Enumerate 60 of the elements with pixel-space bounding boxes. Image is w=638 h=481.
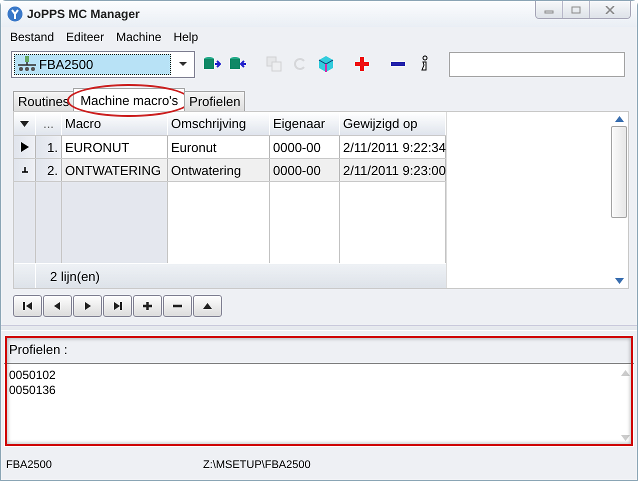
navigator-button[interactable] <box>193 295 222 317</box>
scroll-up-icon[interactable] <box>614 116 624 122</box>
table-cell: Euronut <box>168 136 270 158</box>
profile-line: 0050102 <box>9 368 57 383</box>
ibeam-icon <box>20 167 28 173</box>
machine-dropdown[interactable]: FBA2500 <box>14 54 171 74</box>
app-icon <box>7 6 23 22</box>
panel-title: Profielen : <box>4 335 634 364</box>
status-text: Z:\MSETUP\FBA2500 <box>203 459 311 471</box>
machine-icon <box>16 56 38 72</box>
sort-arrow-icon[interactable] <box>20 120 29 126</box>
cube-icon[interactable] <box>317 55 335 73</box>
tab[interactable]: Machine macro's <box>73 88 186 111</box>
column-header[interactable]: Gewijzigd op <box>340 112 446 135</box>
table-cell: 1. <box>36 136 62 158</box>
menu-item[interactable]: Editeer <box>66 30 104 44</box>
menu-item[interactable]: Bestand <box>10 30 54 44</box>
next-icon <box>83 302 92 310</box>
close-button[interactable] <box>589 1 630 18</box>
navigator-button[interactable] <box>163 295 192 317</box>
menu-item[interactable]: Help <box>173 30 198 44</box>
plus-icon[interactable] <box>353 55 371 73</box>
table-cell: 2. <box>36 159 62 181</box>
table-cell: 0000-00 <box>270 136 340 158</box>
first-record-icon <box>23 302 32 310</box>
table-cell: 2/11/2011 9:23:00 <box>340 159 446 181</box>
dropdown-arrow-icon[interactable] <box>178 61 188 67</box>
last-record-icon <box>113 302 122 310</box>
scroll-thumb[interactable] <box>611 126 627 218</box>
navigator-button[interactable] <box>13 295 42 317</box>
window-title: JoPPS MC Manager <box>27 7 140 21</box>
plus-icon <box>143 302 152 310</box>
table-cell: 0000-00 <box>270 159 340 181</box>
row-pointer-icon <box>20 142 28 152</box>
column-header[interactable]: Eigenaar <box>270 112 340 135</box>
search-field[interactable] <box>449 52 625 76</box>
previous-icon <box>53 302 62 310</box>
table-cell: ONTWATERING <box>62 159 168 181</box>
up-icon <box>203 302 212 310</box>
minus-icon <box>173 302 182 310</box>
row-count: 2 lijn(en) <box>49 268 100 284</box>
close-icon[interactable] <box>605 6 615 14</box>
navigator-button[interactable] <box>43 295 72 317</box>
profile-line: 0050136 <box>9 383 57 398</box>
navigator-button[interactable] <box>103 295 132 317</box>
maximize-icon[interactable] <box>571 6 581 14</box>
tab[interactable]: Profielen <box>184 91 246 111</box>
navigator-button[interactable] <box>133 295 162 317</box>
menu-item[interactable]: Machine <box>116 30 162 44</box>
navigator-button[interactable] <box>73 295 102 317</box>
status-text: FBA2500 <box>6 459 53 471</box>
minimize-button[interactable] <box>536 1 562 18</box>
scroll-down-icon[interactable] <box>614 278 624 284</box>
column-header[interactable]: Omschrijving <box>168 112 270 135</box>
tab[interactable]: Routines <box>13 91 74 111</box>
table-cell: Ontwatering <box>168 159 270 181</box>
maximize-button[interactable] <box>562 1 589 18</box>
column-header[interactable]: ... <box>36 112 62 135</box>
table-cell: 2/11/2011 9:22:34 <box>340 136 446 158</box>
column-header[interactable]: Macro <box>62 112 168 135</box>
